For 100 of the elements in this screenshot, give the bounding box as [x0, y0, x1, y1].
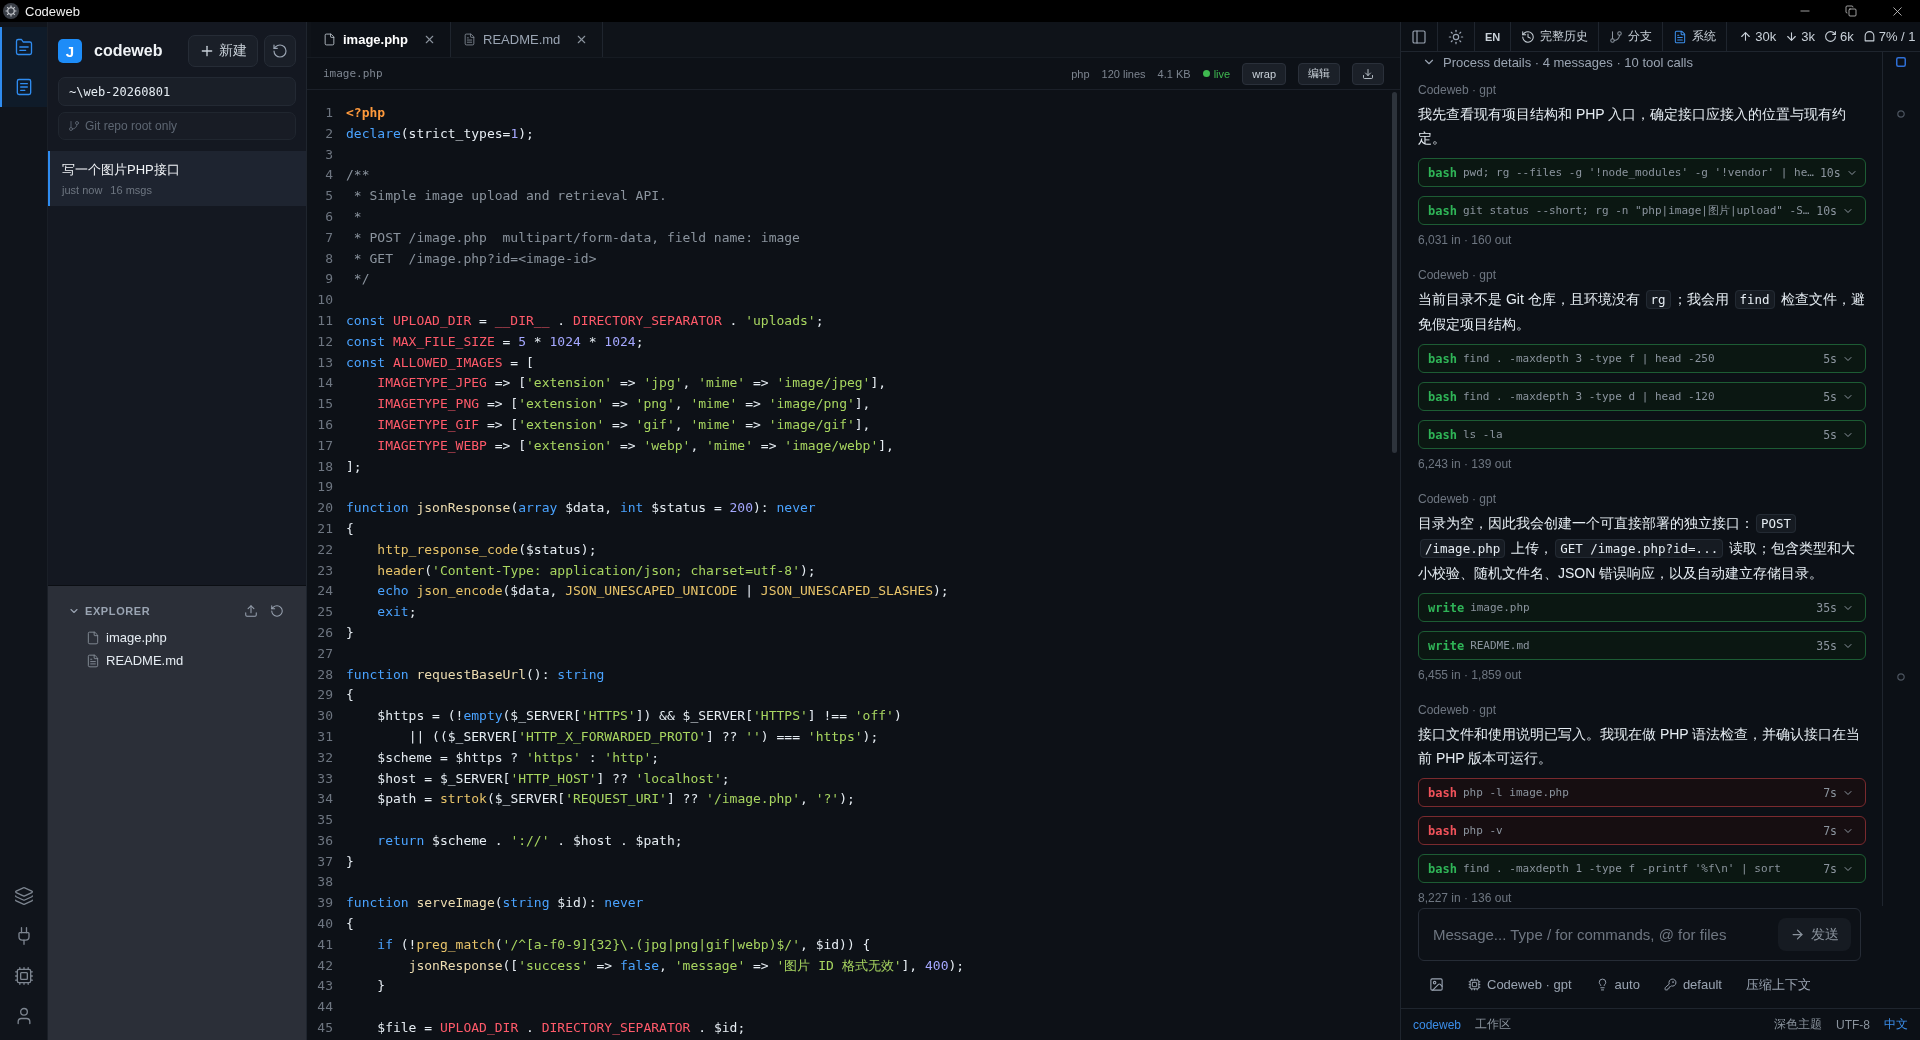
tool-call-card[interactable]: bash php -l image.php 7s: [1418, 778, 1866, 807]
process-details-toggle[interactable]: Process details · 4 messages · 10 tool calls: [1418, 52, 1693, 72]
status-item: codeweb: [1413, 1017, 1462, 1032]
circle-marker-icon[interactable]: [1897, 673, 1905, 681]
profile-selector[interactable]: default: [1663, 977, 1722, 992]
status-item: UTF-8: [1836, 1017, 1870, 1032]
command-text: pwd; rg --files -g '!node_modules' -g '!vendor' | he…: [1462, 166, 1814, 179]
layers-icon[interactable]: [13, 886, 34, 906]
refresh-button[interactable]: [264, 35, 296, 67]
code-line: ];: [346, 457, 362, 476]
close-icon[interactable]: [423, 33, 436, 46]
square-marker-icon[interactable]: [1896, 57, 1906, 67]
refresh-icon[interactable]: [270, 604, 284, 618]
download-button[interactable]: [1352, 62, 1384, 85]
tool-call-card[interactable]: bash ls -la 5s: [1418, 420, 1866, 449]
file-item[interactable]: image.php: [86, 626, 167, 649]
tool-name: bash: [1428, 861, 1457, 876]
refresh-icon: [272, 43, 288, 59]
branch-button[interactable]: 分支: [1609, 28, 1653, 45]
line-number: 10: [317, 292, 333, 308]
file-info: 120 lines: [1101, 67, 1146, 80]
code-line: * Simple image upload and retrieval API.: [353, 187, 667, 206]
code-line: declare(strict_types=1);: [346, 124, 534, 143]
panel-toggle-icon[interactable]: [1411, 28, 1427, 45]
session-item[interactable]: 写一个图片PHP接口 just now 16 msgs: [48, 151, 306, 206]
file-item[interactable]: README.md: [86, 649, 184, 672]
new-button[interactable]: 新建: [188, 35, 258, 67]
line-number: 1: [325, 105, 333, 120]
tool-call-card[interactable]: bash pwd; rg --files -g '!node_modules' -g '!vendor' | he… 10s: [1418, 158, 1866, 187]
circle-marker-icon[interactable]: [1897, 110, 1905, 118]
tool-name: bash: [1428, 785, 1457, 800]
git-root-field[interactable]: Git repo root only: [58, 112, 296, 140]
code-line: $host = $_SERVER['HTTP_HOST'] ?? 'localhost';: [377, 769, 730, 788]
line-number: 39: [317, 895, 333, 911]
image-icon[interactable]: [1429, 977, 1444, 992]
tool-call-card[interactable]: bash git status --short; rg -n "php|image|图片|upload" -S… 10s: [1418, 196, 1866, 225]
tool-name: bash: [1428, 203, 1457, 218]
code-line: * POST /image.php multipart/form-data, field name: image: [353, 228, 800, 247]
code-line: function jsonResponse(array $data, int $status = 200): never: [346, 499, 816, 518]
editor-tab[interactable]: README.md: [451, 22, 604, 57]
folder-document-icon[interactable]: [13, 37, 34, 57]
language-toggle[interactable]: EN: [1485, 30, 1501, 43]
tool-call-card[interactable]: write image.php 35s: [1418, 593, 1866, 622]
path-field[interactable]: ~\web-20260801: [58, 77, 296, 106]
tool-name: bash: [1428, 351, 1457, 366]
code-line: }: [377, 977, 386, 996]
line-number: 13: [317, 354, 333, 370]
activity-button[interactable]: [0, 67, 47, 107]
line-number: 34: [317, 791, 333, 807]
line-number: 44: [317, 999, 333, 1015]
toolbar-button[interactable]: 编辑: [1298, 62, 1340, 85]
line-number: 11: [317, 312, 333, 328]
code-line: $scheme = $https ? 'https' : 'http';: [377, 748, 660, 767]
window-title: Codeweb: [25, 3, 80, 19]
tool-call-card[interactable]: bash find . -maxdepth 1 -type f -printf '%f\n' | sort 7s: [1418, 854, 1866, 883]
file-info: php: [1071, 67, 1090, 80]
send-button[interactable]: 发送: [1778, 918, 1851, 951]
code-line: IMAGETYPE_JPEG => ['extension' => 'jpg', 'mime' => 'image/jpeg'],: [377, 374, 887, 393]
tool-call-card[interactable]: write README.md 35s: [1418, 631, 1866, 660]
file-path: image.php: [323, 67, 383, 80]
code-line: $path = strtok($_SERVER['REQUEST_URI'] ?? '/image.php', '?');: [377, 790, 855, 809]
session-time: just now: [62, 184, 103, 196]
duration-text: 35s: [1815, 638, 1837, 653]
upload-icon[interactable]: [244, 604, 258, 618]
arrow-up-icon: [1739, 30, 1753, 43]
line-number: 40: [317, 916, 333, 932]
system-button[interactable]: 系统: [1673, 28, 1717, 45]
chip-icon[interactable]: [13, 966, 34, 986]
line-number: 2: [325, 125, 333, 141]
line-number: 38: [317, 874, 333, 890]
line-number: 9: [325, 271, 333, 287]
code-line: function serveImage(string $id): never: [346, 894, 644, 913]
activity-button[interactable]: [0, 27, 47, 67]
history-button[interactable]: 完整历史: [1521, 28, 1589, 45]
command-text: README.md: [1470, 639, 1530, 652]
toolbar-button[interactable]: wrap: [1242, 62, 1286, 85]
tool-call-card[interactable]: bash php -v 7s: [1418, 816, 1866, 845]
duration-text: 10s: [1818, 165, 1841, 180]
session-count: 16 msgs: [110, 184, 152, 196]
tool-call-card[interactable]: bash find . -maxdepth 3 -type d | head -120 5s: [1418, 382, 1866, 411]
command-text: find . -maxdepth 1 -type f -printf '%f\n' | sort: [1462, 862, 1781, 875]
explorer-title[interactable]: EXPLORER: [85, 605, 151, 617]
code-line: http_response_code($status);: [377, 540, 597, 559]
line-number: 29: [317, 687, 333, 703]
compress-context-button[interactable]: 压缩上下文: [1745, 975, 1811, 994]
message-author: Codeweb · gpt: [1418, 267, 1498, 284]
sun-icon[interactable]: [1448, 28, 1464, 45]
duration-text: 35s: [1815, 600, 1837, 615]
code-line: {: [346, 915, 354, 934]
mode-selector[interactable]: auto: [1595, 977, 1640, 992]
tool-call-card[interactable]: bash find . -maxdepth 3 -type f | head -250 5s: [1418, 344, 1866, 373]
file-icon: [86, 630, 100, 645]
code-line: if (!preg_match('/^[a-f0-9]{32}\.(jpg|png|gif|webp)$/', $id)) {: [377, 935, 871, 954]
stat-value: 30k: [1755, 29, 1777, 44]
code-line: $file = UPLOAD_DIR . DIRECTORY_SEPARATOR . $id;: [377, 1019, 746, 1038]
scrollbar[interactable]: [1392, 92, 1397, 453]
session-title: 写一个图片PHP接口: [62, 161, 180, 179]
model-selector[interactable]: Codeweb · gpt: [1468, 977, 1572, 992]
restore-icon[interactable]: [1845, 5, 1857, 17]
duration-text: 7s: [1822, 823, 1837, 838]
